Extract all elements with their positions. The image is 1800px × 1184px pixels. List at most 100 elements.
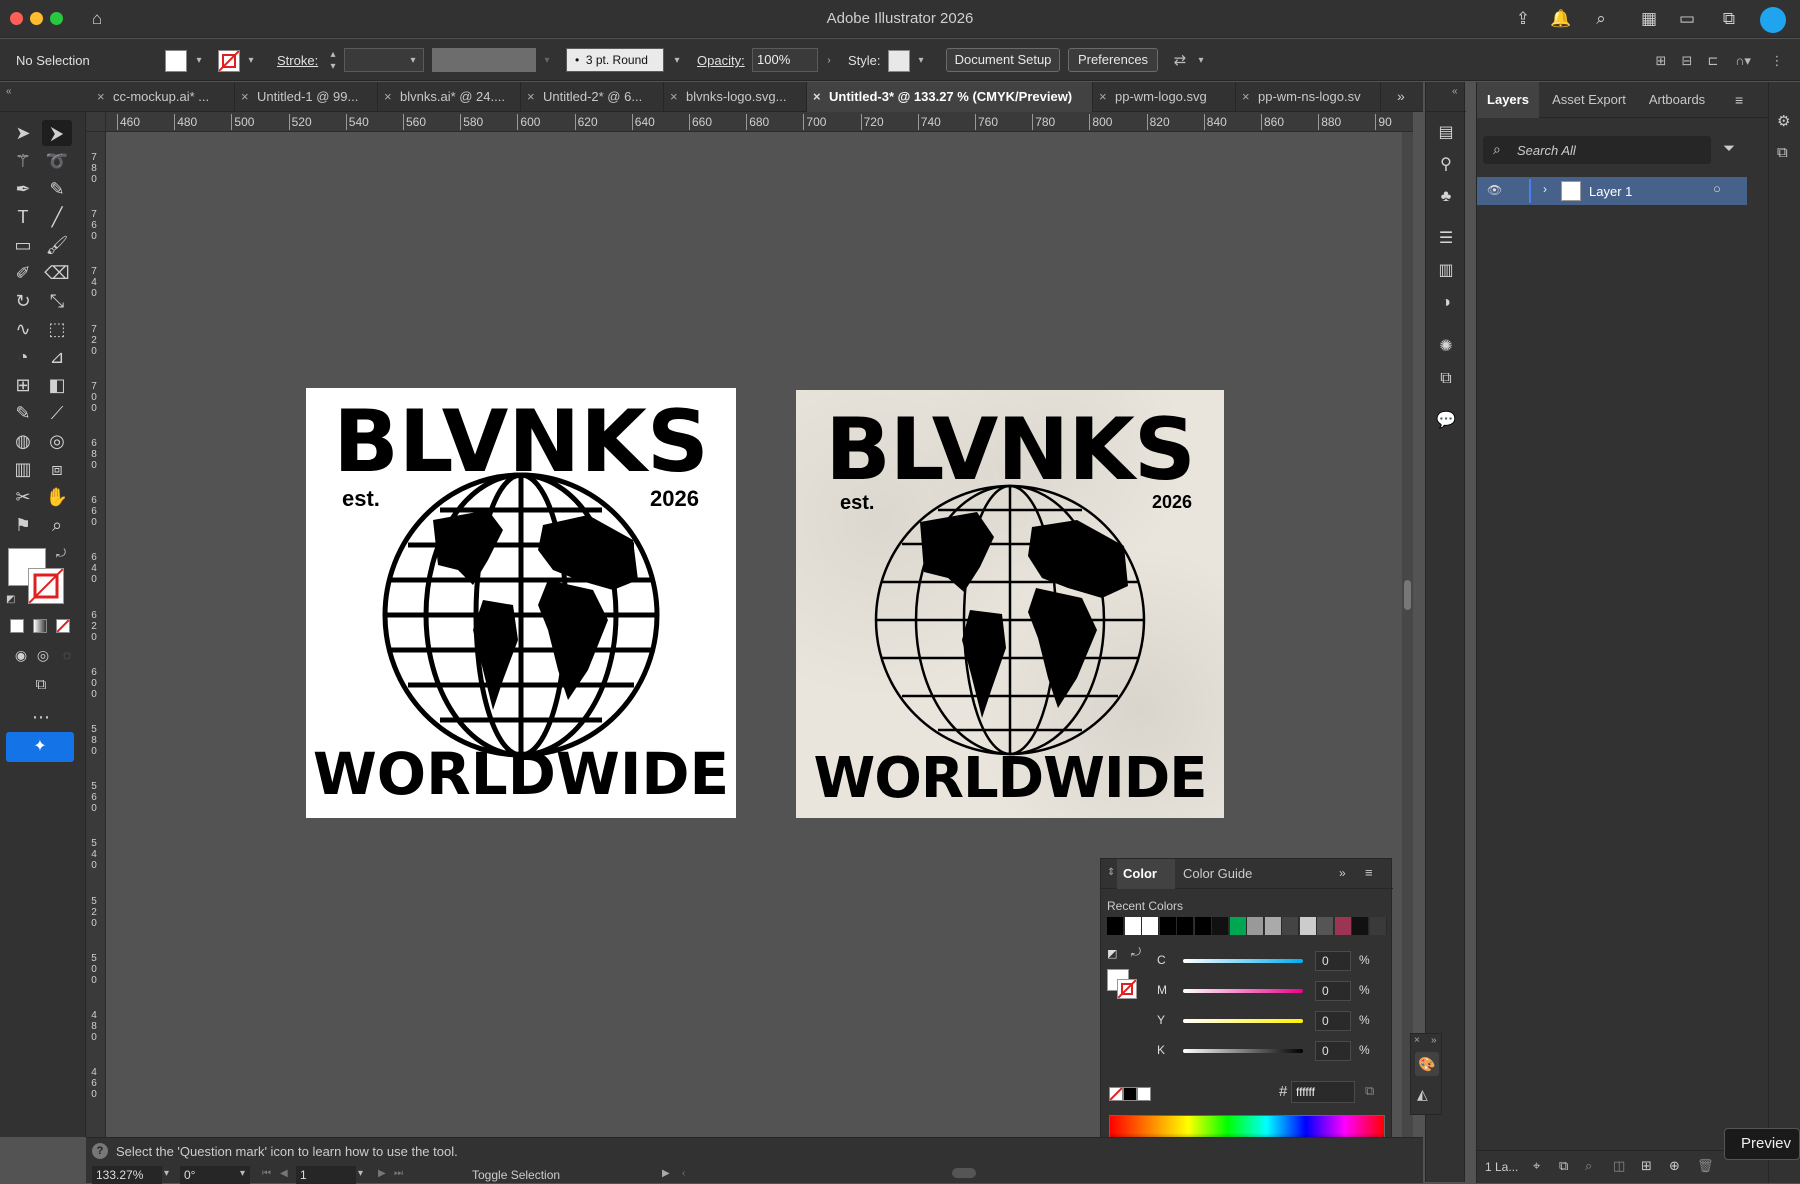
stroke-label[interactable]: Stroke: (277, 53, 318, 68)
hand-tool-icon[interactable]: ✋ (42, 484, 72, 510)
workspace-icon[interactable]: ▦ (1638, 8, 1660, 30)
opacity-input[interactable]: 100% (752, 48, 818, 72)
draw-inside-icon[interactable]: ◌ (52, 642, 82, 668)
recent-color-swatch[interactable] (1264, 917, 1282, 935)
target-icon[interactable]: ○ (1713, 181, 1721, 196)
prev-artboard-icon[interactable]: ◀ (280, 1168, 288, 1179)
zoom-dropdown-icon[interactable]: ▾ (164, 1168, 169, 1179)
zoom-tool-icon[interactable]: ⌕ (42, 512, 72, 538)
recent-color-swatch[interactable] (1212, 917, 1229, 935)
collect-export-icon[interactable]: ⌖ (1533, 1158, 1540, 1174)
tab-artboards[interactable]: Artboards (1637, 82, 1717, 118)
rectangle-tool-icon[interactable]: ▭ (8, 232, 38, 258)
close-tab-icon[interactable]: × (813, 82, 821, 112)
white-swatch[interactable] (1137, 1087, 1151, 1101)
status-menu-icon[interactable]: ▶ (662, 1168, 670, 1179)
transform-icon[interactable]: ⊏ (1706, 54, 1720, 68)
appearance-panel-icon[interactable]: ◑ (1435, 292, 1457, 314)
stroke-weight-dropdown-icon[interactable]: ▾ (406, 54, 420, 68)
artwork-distressed-version[interactable]: BLVNKS est. 2026 WORLDWIDE (796, 390, 1224, 818)
symbol-sprayer-icon[interactable]: ◎ (42, 428, 72, 454)
recent-color-swatch[interactable] (1282, 917, 1299, 935)
tab-untitled-2[interactable]: × Untitled-2* @ 6... (521, 82, 664, 112)
more-tools-icon[interactable]: ⋯ (26, 704, 56, 730)
search-icon[interactable]: ⌕ (1590, 8, 1612, 30)
search-layer-icon[interactable]: ⌕ (1585, 1158, 1592, 1174)
last-artboard-icon[interactable]: ⏭ (394, 1168, 403, 1179)
recent-color-swatch[interactable] (1317, 917, 1334, 935)
recent-color-swatch[interactable] (1177, 917, 1194, 935)
stroke-swatch[interactable] (218, 50, 240, 72)
panel-layout-icon[interactable]: ▭ (1676, 8, 1698, 30)
close-tab-icon[interactable]: × (97, 82, 105, 112)
horizontal-scroll-thumb[interactable] (952, 1168, 976, 1178)
yellow-value[interactable]: 0 (1315, 1011, 1351, 1031)
blend-tool-icon[interactable]: ◍ (8, 428, 38, 454)
web-safe-icon[interactable]: ⧉ (1365, 1083, 1374, 1099)
layer-row-layer-1[interactable]: 👁 › Layer 1 ○ (1477, 177, 1747, 205)
recent-color-swatch[interactable] (1369, 917, 1387, 935)
measure-icon[interactable]: ⟋ (42, 400, 72, 426)
share-icon[interactable]: ⇪ (1512, 8, 1534, 30)
profile-dropdown-icon[interactable]: ▾ (540, 54, 554, 68)
pen-tool-icon[interactable]: ✒ (8, 176, 38, 202)
filter-icon[interactable]: ⏷ (1723, 140, 1735, 157)
tab-untitled-1[interactable]: × Untitled-1 @ 99... (235, 82, 378, 112)
yellow-slider[interactable] (1183, 1019, 1303, 1023)
arrange-dropdown-icon[interactable]: ▾ (1194, 54, 1208, 68)
tab-overflow-icon[interactable]: » (1397, 88, 1405, 104)
collapse-tools-icon[interactable]: « (6, 86, 12, 97)
collapse-panel-icon[interactable]: » (1339, 866, 1346, 880)
eyedropper-icon[interactable]: ✎ (8, 400, 38, 426)
default-fill-stroke-icon[interactable]: ◩ (1107, 947, 1117, 960)
layer-name[interactable]: Layer 1 (1589, 184, 1632, 199)
locate-object-icon[interactable]: ⧉ (1559, 1158, 1568, 1174)
tab-cc-mockup[interactable]: × cc-mockup.ai* ... (91, 82, 235, 112)
gradient-mode-icon[interactable] (33, 619, 47, 633)
tab-pp-wm-ns-logo[interactable]: × pp-wm-ns-logo.sv (1236, 82, 1381, 112)
magic-wand-icon[interactable]: ⚚ (8, 148, 38, 174)
color-menu-icon[interactable]: ≡ (1365, 865, 1373, 880)
clipping-mask-icon[interactable]: ◫ (1613, 1158, 1625, 1174)
creative-cloud-avatar[interactable] (1760, 7, 1786, 33)
warp-tool-icon[interactable]: ∿ (8, 316, 38, 342)
next-artboard-icon[interactable]: ▶ (378, 1168, 386, 1179)
layers-menu-icon[interactable]: ≡ (1735, 92, 1743, 108)
zoom-input[interactable]: 133.27% (92, 1166, 162, 1184)
color-guide-icon[interactable]: ◭ (1417, 1086, 1428, 1103)
magenta-slider[interactable] (1183, 989, 1303, 993)
perspective-grid-icon[interactable]: ⊿ (42, 344, 72, 370)
black-value[interactable]: 0 (1315, 1041, 1351, 1061)
layers-search[interactable]: ⌕ Search All (1483, 136, 1711, 164)
artwork-pixel-version[interactable]: BLVNKS est. 2026 WORLDWIDE (306, 388, 736, 818)
comments-panel-icon[interactable]: 💬 (1435, 410, 1457, 432)
opacity-label[interactable]: Opacity: (697, 53, 745, 68)
rotation-dropdown-icon[interactable]: ▾ (240, 1168, 245, 1179)
distribute-icon[interactable]: ⊟ (1680, 54, 1694, 68)
recent-color-swatch[interactable] (1107, 917, 1124, 935)
artboard-input[interactable]: 1 (296, 1166, 356, 1184)
tab-color[interactable]: Color (1117, 859, 1175, 889)
stroke-dropdown-icon[interactable]: ▾ (244, 54, 258, 68)
brush-definition[interactable]: • 3 pt. Round (566, 48, 664, 72)
close-tab-icon[interactable]: × (527, 82, 535, 112)
stroke-stepper[interactable]: ▴ ▾ (326, 49, 340, 73)
arrange-icon[interactable]: ⧉ (1718, 8, 1740, 30)
recent-color-swatch[interactable] (1124, 917, 1142, 935)
arrange-panel-icon[interactable]: ⧉ (1777, 144, 1788, 161)
mesh-tool-icon[interactable]: ⊞ (8, 372, 38, 398)
tab-blvnks-ai[interactable]: × blvnks.ai* @ 24.... (378, 82, 521, 112)
recent-color-swatch[interactable] (1299, 917, 1317, 935)
fill-dropdown-icon[interactable]: ▾ (192, 54, 206, 68)
close-tab-icon[interactable]: × (241, 82, 249, 112)
stroke-panel-icon[interactable]: ☰ (1435, 228, 1457, 250)
close-tab-icon[interactable]: × (1242, 82, 1250, 112)
color-mode-icon[interactable] (10, 619, 24, 633)
black-slider[interactable] (1183, 1049, 1303, 1053)
puppet-warp-icon[interactable]: ⚑ (8, 512, 38, 538)
cyan-value[interactable]: 0 (1315, 951, 1351, 971)
default-colors-icon[interactable]: ◩ (6, 594, 15, 605)
brushes-panel-icon[interactable]: ✺ (1435, 336, 1457, 358)
cyan-slider[interactable] (1183, 959, 1303, 963)
arrange-documents-icon[interactable]: ⇄ (1170, 53, 1190, 68)
